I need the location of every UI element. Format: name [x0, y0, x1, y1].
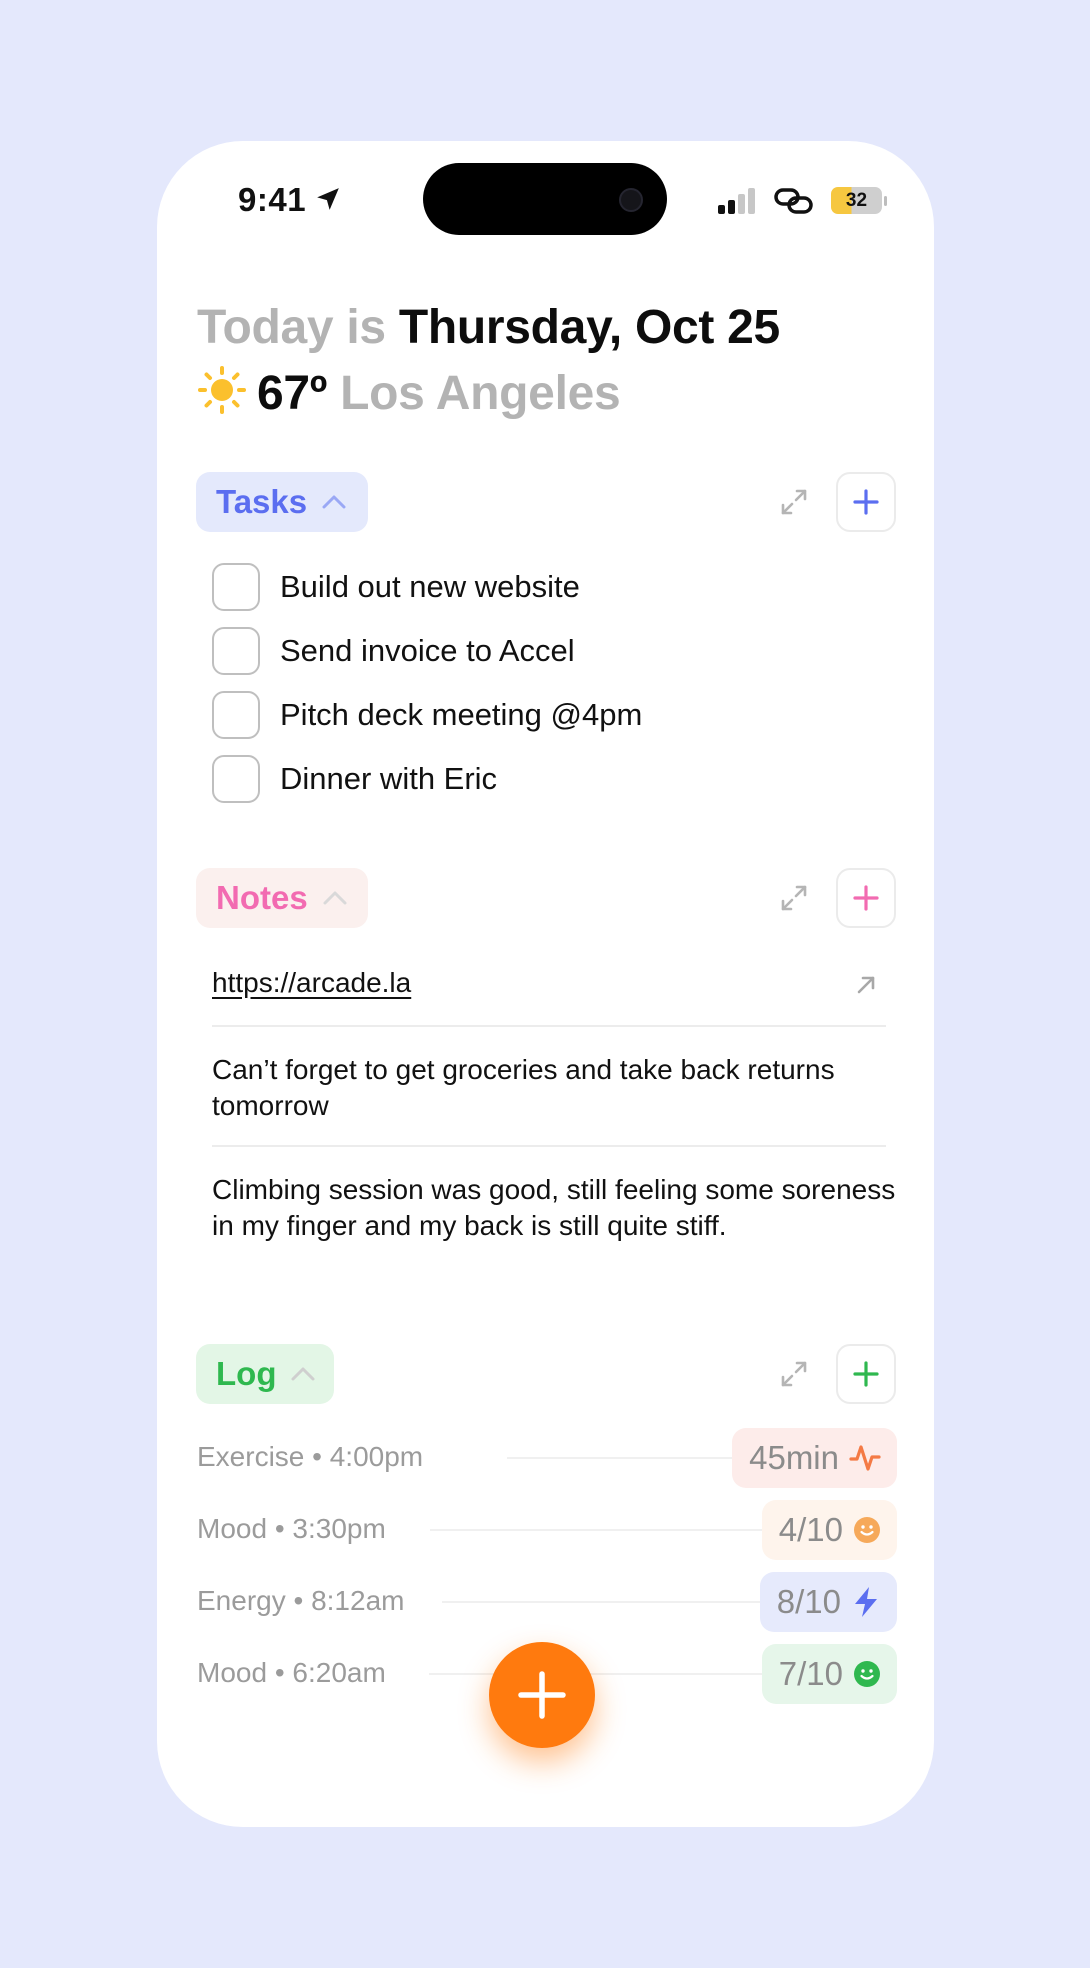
status-time: 9:41: [238, 181, 307, 218]
log-title: Log: [216, 1355, 277, 1392]
log-value-chip: 7/10: [761, 1644, 897, 1704]
task-item: Build out new website: [212, 562, 580, 612]
task-checkbox[interactable]: [212, 563, 260, 611]
add-task-button[interactable]: [836, 472, 896, 532]
date-text: Thursday, Oct 25: [398, 301, 780, 354]
battery-tip: [884, 196, 887, 206]
log-label: Mood • 6:20am: [197, 1657, 386, 1688]
log-value: 8/10: [776, 1583, 841, 1620]
external-link-icon[interactable]: [855, 974, 877, 996]
log-row[interactable]: Mood • 3:30pm 4/10: [197, 1500, 897, 1560]
log-connector: [429, 1673, 769, 1675]
log-row[interactable]: Exercise • 4:00pm 45min: [197, 1428, 897, 1488]
task-label: Dinner with Eric: [280, 761, 498, 796]
note-divider: [212, 1025, 886, 1027]
task-label: Build out new website: [280, 569, 580, 604]
tasks-title: Tasks: [216, 483, 308, 520]
note-item[interactable]: Can’t forget to get groceries and take b…: [212, 1052, 902, 1124]
city-name: Los Angeles: [340, 367, 621, 420]
task-checkbox[interactable]: [212, 691, 260, 739]
task-item: Send invoice to Accel: [212, 626, 575, 676]
sun-icon: [198, 366, 246, 414]
chevron-up-icon: [322, 495, 346, 509]
task-checkbox[interactable]: [212, 627, 260, 675]
log-row[interactable]: Energy • 8:12am 8/10: [197, 1572, 897, 1632]
chevron-up-icon: [291, 1367, 315, 1381]
add-note-button[interactable]: [836, 868, 896, 928]
camera-icon: [619, 188, 643, 212]
log-label: Energy • 8:12am: [197, 1585, 405, 1616]
expand-icon[interactable]: [779, 487, 809, 517]
activity-icon: [849, 1445, 881, 1471]
add-log-button[interactable]: [836, 1344, 896, 1404]
plus-icon: [518, 1671, 566, 1719]
task-item: Dinner with Eric: [212, 754, 497, 804]
lightning-icon: [855, 1587, 877, 1617]
log-section-toggle[interactable]: Log: [196, 1344, 334, 1404]
today-prefix: Today is: [197, 301, 386, 354]
expand-icon[interactable]: [779, 883, 809, 913]
weather-line: 67º Los Angeles: [197, 365, 621, 421]
location-arrow-icon: [317, 188, 339, 210]
log-value-chip: 4/10: [761, 1500, 897, 1560]
phone-screen: 9:41 32 Today is Thursday, Oct 25 67º Lo…: [157, 141, 934, 1827]
smiley-icon: [854, 1517, 880, 1543]
log-value: 45min: [749, 1439, 839, 1476]
chevron-up-icon: [323, 891, 347, 905]
smiley-icon: [854, 1661, 880, 1687]
date-heading: Today is Thursday, Oct 25: [197, 300, 780, 355]
note-link[interactable]: https://arcade.la: [212, 967, 411, 999]
log-connector: [507, 1457, 739, 1459]
note-divider: [212, 1145, 886, 1147]
plus-icon: [853, 885, 879, 911]
log-connector: [442, 1601, 770, 1603]
add-entry-fab[interactable]: [489, 1642, 595, 1748]
notes-section-toggle[interactable]: Notes: [196, 868, 368, 928]
log-label: Exercise • 4:00pm: [197, 1441, 424, 1472]
task-label: Pitch deck meeting @4pm: [280, 697, 643, 732]
signal-icon: [718, 188, 755, 214]
task-checkbox[interactable]: [212, 755, 260, 803]
battery-icon: 32: [831, 187, 882, 214]
log-value: 7/10: [778, 1655, 843, 1692]
plus-icon: [853, 489, 879, 515]
temperature: 67º: [257, 367, 328, 420]
log-connector: [430, 1529, 767, 1531]
tasks-section-toggle[interactable]: Tasks: [196, 472, 368, 532]
log-value-chip: 45min: [732, 1428, 897, 1488]
log-label: Mood • 3:30pm: [197, 1513, 386, 1544]
expand-icon[interactable]: [779, 1359, 809, 1389]
notes-title: Notes: [216, 879, 308, 916]
note-item[interactable]: Climbing session was good, still feeling…: [212, 1172, 902, 1244]
plus-icon: [853, 1361, 879, 1387]
log-value-chip: 8/10: [759, 1572, 897, 1632]
task-item: Pitch deck meeting @4pm: [212, 690, 642, 740]
task-label: Send invoice to Accel: [280, 633, 575, 668]
link-icon: [774, 188, 813, 214]
log-value: 4/10: [778, 1511, 843, 1548]
